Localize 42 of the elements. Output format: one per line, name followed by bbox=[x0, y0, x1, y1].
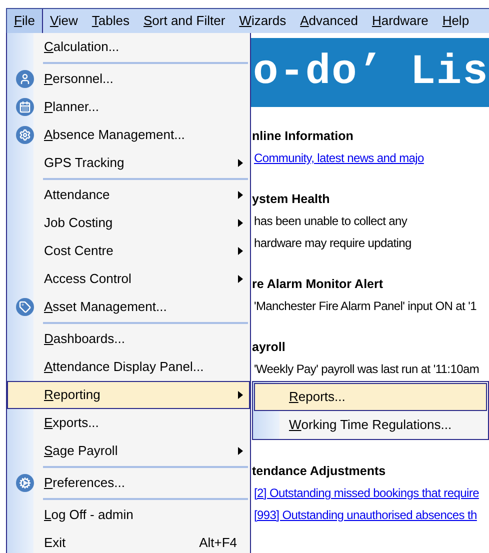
info-text: 'Weekly Pay' payroll was last run at '11:10am bbox=[253, 361, 480, 378]
menu-item[interactable]: Job Costing bbox=[7, 209, 250, 237]
menu-item[interactable]: Log Off - admin bbox=[7, 501, 250, 529]
menu-item[interactable]: Personnel... bbox=[7, 65, 250, 93]
menu-bar-item[interactable]: Tables bbox=[84, 9, 136, 33]
link[interactable]: [2] Outstanding missed bookings that require bbox=[252, 484, 489, 506]
menu-item[interactable]: Calculation... bbox=[7, 33, 250, 61]
menu-item[interactable]: Attendance bbox=[7, 181, 250, 209]
menu-bar-item[interactable]: Help bbox=[435, 9, 476, 33]
menu-bar-item[interactable]: Hardware bbox=[364, 9, 436, 33]
menu-item[interactable]: Sage Payroll bbox=[7, 437, 250, 465]
info-text: has been unable to collect any bbox=[253, 213, 408, 230]
info-text: hardware may require updating bbox=[253, 235, 412, 252]
menu-item[interactable]: Exit Alt+F4 bbox=[7, 529, 250, 553]
menu-item[interactable]: Dashboards... bbox=[7, 325, 250, 353]
menu-bar-item[interactable]: Sort and Filter bbox=[136, 9, 232, 33]
menu-bar-item[interactable]: Advanced bbox=[293, 9, 365, 33]
section-heading: ayroll bbox=[252, 339, 286, 356]
section-heading: tendance Adjustments bbox=[252, 463, 387, 480]
shortcut-text: Alt+F4 bbox=[199, 534, 237, 552]
menu-item[interactable]: Access Control bbox=[7, 265, 250, 293]
menu-bar-item[interactable]: View bbox=[42, 9, 85, 33]
link[interactable]: [993] Outstanding unauthorised absences th bbox=[252, 506, 489, 528]
menu-item[interactable]: Working Time Regulations... bbox=[254, 410, 487, 438]
menu-item[interactable]: Attendance Display Panel... bbox=[7, 353, 250, 381]
menu-item[interactable]: Cost Centre bbox=[7, 237, 250, 265]
menu-item[interactable]: Absence Management... bbox=[7, 121, 250, 149]
menu-item[interactable]: Planner... bbox=[7, 93, 250, 121]
info-text: 'Manchester Fire Alarm Panel' input ON at '1 bbox=[253, 298, 478, 315]
banner: o-do’ Lis bbox=[251, 38, 489, 107]
link[interactable]: Community, latest news and majo bbox=[252, 149, 489, 171]
menu-item[interactable]: Asset Management... bbox=[7, 293, 250, 321]
section-heading: re Alarm Monitor Alert bbox=[252, 276, 384, 294]
menu-item[interactable]: Reports... bbox=[254, 383, 487, 410]
menu-bar-item[interactable]: Wizards bbox=[232, 9, 294, 33]
section-heading: nline Information bbox=[252, 128, 354, 146]
menu-item[interactable]: Preferences... bbox=[7, 469, 250, 497]
menu-item[interactable]: GPS Tracking bbox=[7, 149, 250, 177]
menu-bar-item[interactable]: File bbox=[7, 9, 43, 33]
menu-item[interactable]: Reporting bbox=[7, 381, 250, 409]
menu-item[interactable]: Exports... bbox=[7, 409, 250, 437]
section-heading: ystem Health bbox=[252, 191, 331, 208]
